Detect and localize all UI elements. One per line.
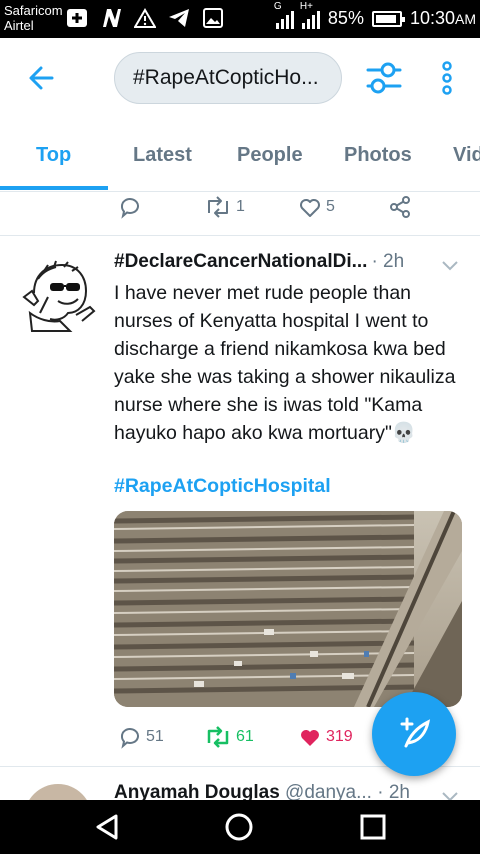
tab-photos[interactable]: Photos xyxy=(344,144,412,167)
retweet-count: 1 xyxy=(236,198,245,215)
reply-count: 51 xyxy=(146,728,164,745)
clock-suffix: AM xyxy=(455,11,476,27)
share-button[interactable] xyxy=(388,195,412,219)
nav-recents-button[interactable] xyxy=(358,812,388,842)
system-navigation-bar xyxy=(0,800,480,854)
retweet-icon xyxy=(207,726,229,748)
search-input[interactable]: #RapeAtCopticHo... xyxy=(114,52,342,104)
like-button[interactable]: 319 xyxy=(298,725,353,749)
carrier-primary: Safaricom xyxy=(4,3,63,18)
tweet-photo[interactable] xyxy=(114,511,462,707)
clock-time: 10:30 xyxy=(409,8,455,28)
reply-button[interactable] xyxy=(118,195,142,219)
reply-icon xyxy=(120,198,139,219)
square-recents-icon xyxy=(360,814,386,840)
carrier-secondary: Airtel xyxy=(4,18,34,33)
avatar[interactable] xyxy=(14,253,98,337)
telegram-icon xyxy=(168,7,190,29)
status-right: G H+ 85% 10:30AM xyxy=(274,1,476,29)
status-bar: Safaricom Airtel G H+ 85% 10:30AM xyxy=(0,0,480,38)
compose-feather-icon xyxy=(400,717,431,748)
search-query: #RapeAtCopticHo... xyxy=(133,66,319,89)
troll-face-avatar-icon xyxy=(22,260,96,332)
n-app-icon xyxy=(100,7,122,29)
like-count: 319 xyxy=(326,728,353,745)
tweet-hashtag-link[interactable]: #RapeAtCopticHospital xyxy=(114,475,331,498)
triangle-back-icon xyxy=(96,814,118,840)
like-count: 5 xyxy=(326,198,335,215)
image-icon xyxy=(202,7,224,29)
retweet-icon xyxy=(208,196,228,218)
compose-tweet-button[interactable] xyxy=(372,692,456,776)
search-filter-button[interactable] xyxy=(364,60,404,96)
hospital-building-photo xyxy=(114,511,462,707)
tweet-menu-button[interactable] xyxy=(440,255,476,280)
reply-button[interactable]: 51 xyxy=(118,725,164,749)
notification-icons xyxy=(66,7,224,29)
carrier-label: Safaricom Airtel xyxy=(4,3,63,33)
nav-back-button[interactable] xyxy=(92,812,122,842)
previous-tweet-actions: 1 5 xyxy=(0,192,480,236)
warning-icon xyxy=(134,7,156,29)
plus-box-icon xyxy=(66,7,88,29)
tab-top[interactable]: Top xyxy=(36,144,71,167)
search-tabs: Top Latest People Photos Vid xyxy=(0,118,480,192)
reply-icon xyxy=(120,728,139,749)
tweet-card[interactable]: #DeclareCancerNationalDi... · 2h I have … xyxy=(0,237,480,767)
search-app-bar: #RapeAtCopticHo... xyxy=(0,38,480,118)
back-button[interactable] xyxy=(22,58,62,98)
signal-strength-1: G xyxy=(274,1,294,29)
tweet-text: I have never met rude people than nurses… xyxy=(114,282,456,444)
active-tab-indicator xyxy=(0,186,108,190)
network-type-1: G xyxy=(273,0,282,12)
arrow-left-icon xyxy=(29,66,54,90)
heart-icon xyxy=(300,199,320,217)
tweet-timestamp: · 2h xyxy=(371,251,405,272)
battery-percent: 85% xyxy=(327,8,364,28)
retweet-count: 61 xyxy=(236,728,254,745)
tab-people[interactable]: People xyxy=(237,144,303,167)
more-vertical-icon xyxy=(442,61,452,95)
signal-strength-2: H+ xyxy=(300,1,320,29)
overflow-menu-button[interactable] xyxy=(436,58,458,98)
heart-filled-icon xyxy=(301,730,319,746)
like-button[interactable]: 5 xyxy=(298,195,335,219)
signal-bars-icon xyxy=(275,9,294,29)
tab-latest[interactable]: Latest xyxy=(133,144,192,167)
retweet-button[interactable]: 1 xyxy=(204,195,245,219)
share-icon xyxy=(390,196,410,218)
circle-home-icon xyxy=(225,813,253,841)
sliders-icon xyxy=(366,62,402,94)
retweet-button[interactable]: 61 xyxy=(204,725,254,749)
tweet-header: #DeclareCancerNationalDi... · 2h xyxy=(114,251,464,273)
battery-icon xyxy=(371,10,405,27)
network-type-2: H+ xyxy=(299,0,313,12)
nav-home-button[interactable] xyxy=(224,812,254,842)
tweet-author-name[interactable]: #DeclareCancerNationalDi... xyxy=(114,251,367,273)
clock: 10:30AM xyxy=(410,8,476,29)
signal-bars-icon xyxy=(301,9,320,29)
tab-videos[interactable]: Vid xyxy=(453,144,480,167)
chevron-down-icon xyxy=(442,261,458,271)
